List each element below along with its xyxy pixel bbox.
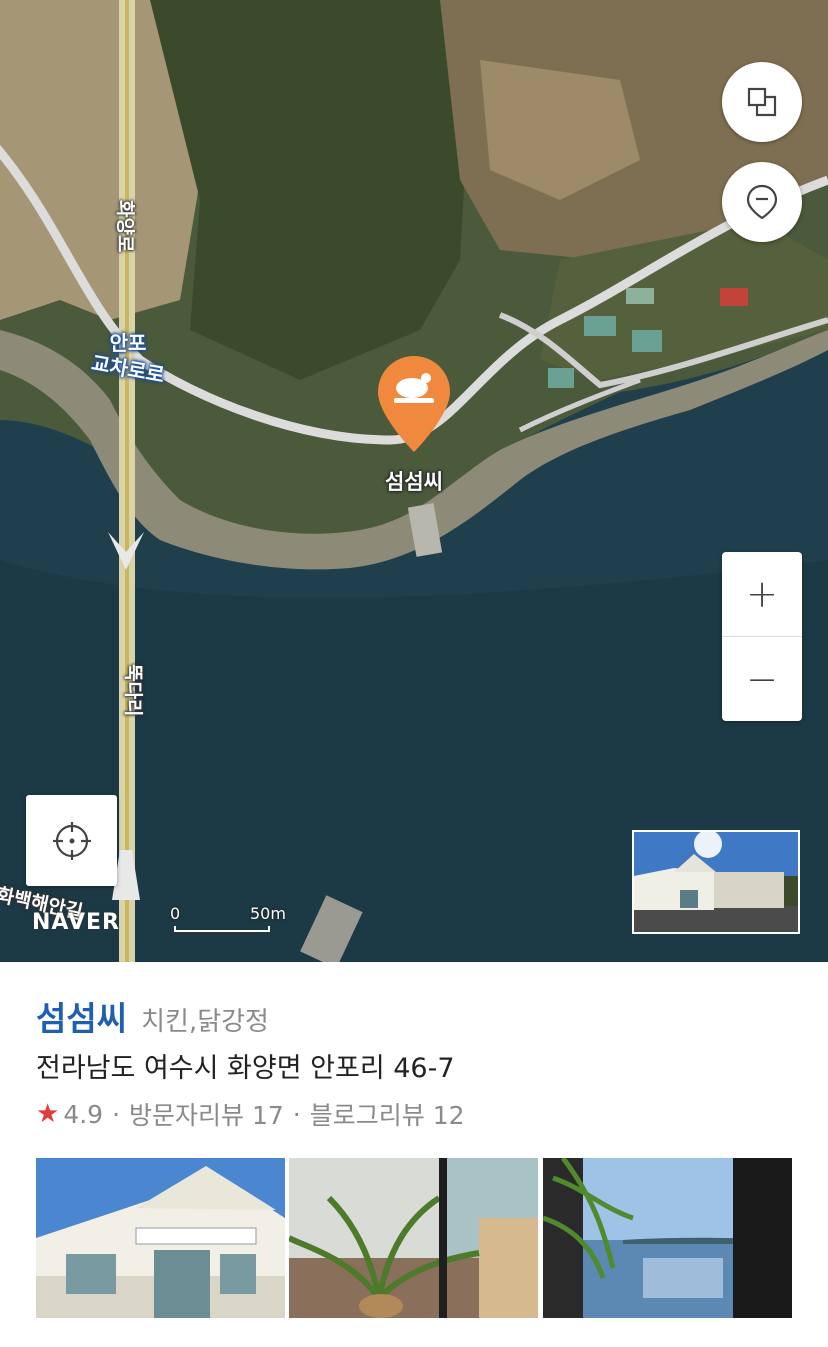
photo-storefront[interactable] bbox=[36, 1158, 285, 1318]
marker-label: 섬섬씨 bbox=[385, 470, 443, 494]
scale-distance: 50m bbox=[250, 904, 286, 923]
zoom-out-button[interactable]: − bbox=[722, 637, 802, 721]
visitor-reviews-link[interactable]: 방문자리뷰 17 bbox=[129, 1096, 284, 1132]
naver-logo: NAVER bbox=[32, 910, 120, 935]
street-view-image bbox=[634, 832, 798, 932]
scale-zero: 0 bbox=[170, 904, 181, 923]
road-label-hwayang-ro: 화양로 bbox=[114, 200, 136, 253]
place-name[interactable]: 섬섬씨 bbox=[36, 992, 127, 1040]
storefront-image bbox=[36, 1158, 285, 1318]
crosshair-icon bbox=[52, 821, 91, 860]
zoom-control: + − bbox=[722, 552, 802, 721]
photo-strip bbox=[36, 1158, 792, 1318]
rating-value: 4.9 bbox=[63, 1099, 104, 1129]
zoom-in-button[interactable]: + bbox=[722, 552, 802, 636]
star-icon: ★ bbox=[36, 1099, 60, 1129]
title-row: 섬섬씨 치킨,닭강정 bbox=[36, 992, 269, 1040]
junction-label: 안포 교차로로 bbox=[88, 330, 168, 387]
sea-view-image bbox=[543, 1158, 792, 1318]
separator-dot: · bbox=[112, 1099, 121, 1129]
photo-interior-plant[interactable] bbox=[289, 1158, 538, 1318]
place-pin-icon bbox=[746, 184, 778, 220]
layers-button[interactable] bbox=[722, 62, 802, 142]
rating-row: ★ 4.9 · 방문자리뷰 17 · 블로그리뷰 12 bbox=[36, 1096, 465, 1132]
street-view-thumbnail[interactable] bbox=[632, 830, 800, 934]
map-scale: 0 50m bbox=[170, 904, 286, 936]
place-category: 치킨,닭강정 bbox=[141, 1007, 269, 1037]
roast-chicken-icon bbox=[378, 356, 450, 452]
interior-image bbox=[289, 1158, 538, 1318]
map-view[interactable]: 화양로 뚝다리 화백해안길 로 안포 교차로로 섬섬씨 + − bbox=[0, 0, 828, 962]
place-info-panel[interactable]: 섬섬씨 치킨,닭강정 전라남도 여수시 화양면 안포리 46-7 ★ 4.9 ·… bbox=[0, 962, 828, 1347]
separator-dot: · bbox=[292, 1099, 301, 1129]
blog-reviews-link[interactable]: 블로그리뷰 12 bbox=[310, 1096, 465, 1132]
place-address: 전라남도 여수시 화양면 안포리 46-7 bbox=[36, 1053, 455, 1084]
place-marker[interactable] bbox=[376, 354, 452, 454]
place-pin-button[interactable] bbox=[722, 162, 802, 242]
locate-button[interactable] bbox=[26, 795, 117, 886]
road-label-ttukdari: 뚝다리 bbox=[122, 664, 144, 717]
photo-sea-view[interactable] bbox=[543, 1158, 792, 1318]
layers-icon bbox=[747, 87, 777, 117]
scale-bar bbox=[174, 926, 270, 932]
